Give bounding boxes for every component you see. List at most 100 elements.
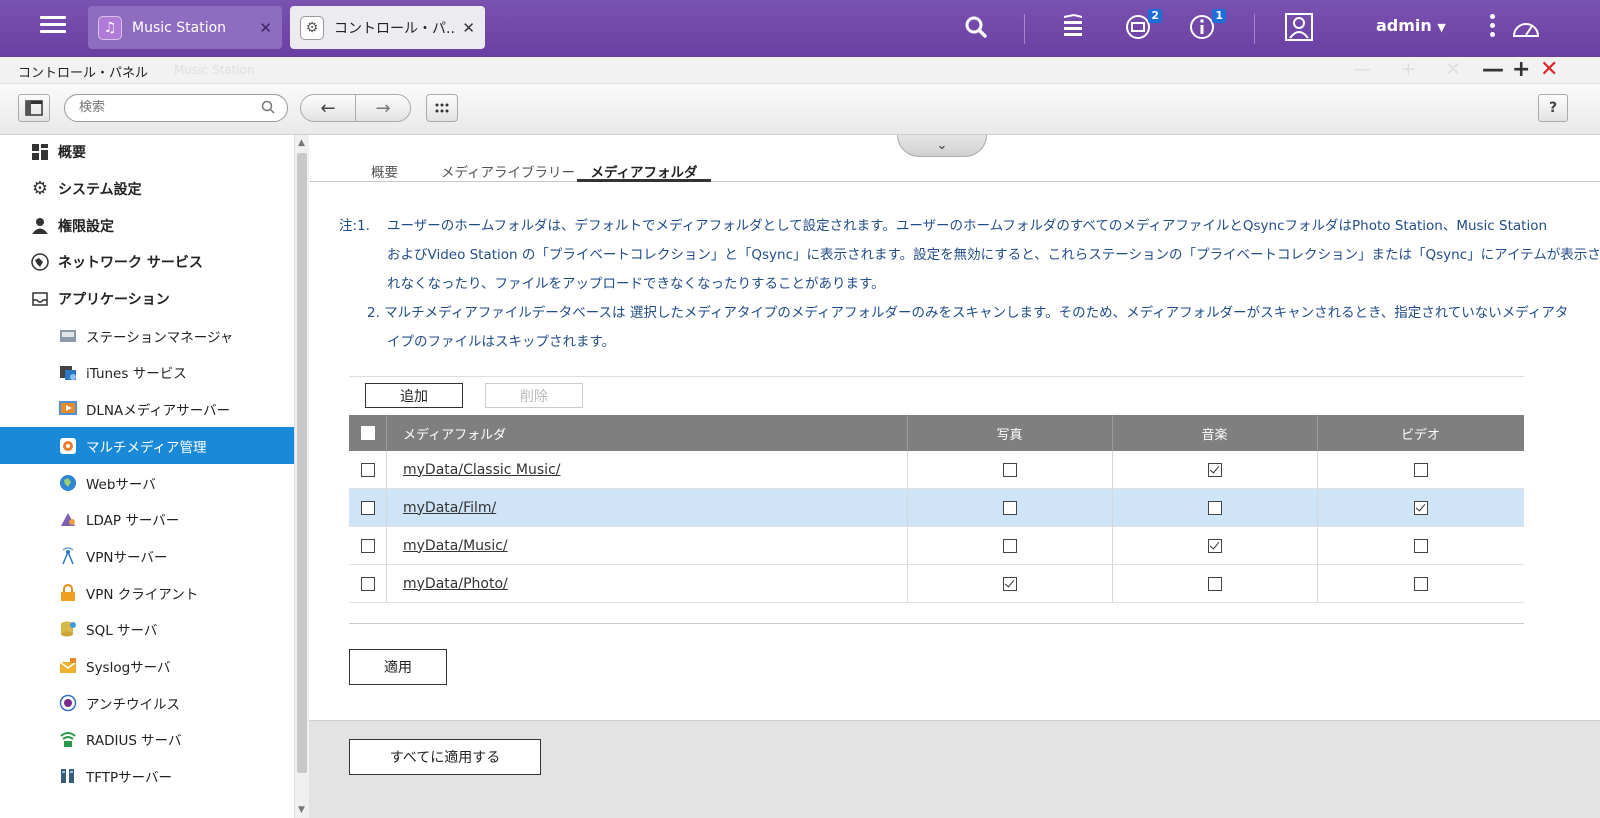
folder-path-link[interactable]: myData/Film/ [403,500,496,516]
app-grid-button[interactable] [426,94,458,122]
apply-all-button[interactable]: すべてに適用する [349,739,541,775]
app-tab-music-station[interactable]: ♫ Music Station ✕ [88,6,282,49]
add-button[interactable]: 追加 [365,383,463,408]
sidebar-item-web-server[interactable]: Webサーバ [0,464,294,501]
user-avatar-icon[interactable] [1284,12,1314,46]
tftp-icon [58,766,78,786]
sidebar-item-network-services[interactable]: ネットワーク サービス [0,243,294,280]
row-select-checkbox[interactable] [361,500,375,515]
sidebar-item-dlna[interactable]: DLNAメディアサーバー [0,390,294,427]
row-select-checkbox[interactable] [361,462,375,477]
sidebar-item-station-manager[interactable]: ステーションマネージャ [0,317,294,354]
music-checkbox[interactable] [1207,576,1222,591]
minimize-button[interactable]: — [1482,57,1504,82]
sidebar-item-label: ネットワーク サービス [58,254,203,271]
grid-dots-icon [435,103,449,113]
column-divider [386,489,387,526]
photo-checkbox[interactable] [1002,462,1017,477]
sidebar-item-label: TFTPサーバー [86,769,173,786]
close-button[interactable]: ✕ [1540,57,1558,82]
photo-checkbox[interactable] [1002,576,1017,591]
sidebar-item-radius[interactable]: RADIUS サーバ [0,720,294,757]
app-tab-control-panel[interactable]: ⚙ コントロール・パ... ✕ [290,6,485,49]
toolbar: ← → ? [0,84,1600,135]
note-1-line-3: れなくなったり、ファイルをアップロードできなくなったりすることがあります。 [387,276,885,292]
maximize-button[interactable]: + [1512,57,1530,82]
scroll-up-icon[interactable]: ▲ [298,138,305,148]
search-box[interactable] [64,94,288,122]
select-all-checkbox[interactable] [361,426,375,440]
user-menu[interactable]: admin ▼ [1376,16,1446,35]
column-header-photo[interactable]: 写真 [907,415,1112,451]
notification-icon[interactable]: 2 [1124,9,1162,45]
sidebar-item-label: VPN クライアント [86,586,199,603]
sidebar-item-antivirus[interactable]: アンチウイルス [0,684,294,721]
scrollbar-thumb[interactable] [297,153,307,773]
table-row[interactable]: myData/Music/ [349,527,1524,565]
close-icon[interactable]: ✕ [259,19,272,37]
sidebar-item-multimedia[interactable]: マルチメディア管理 [0,427,294,464]
web-globe-icon [58,473,78,493]
row-select-checkbox[interactable] [361,538,375,553]
search-icon[interactable] [261,100,275,118]
sidebar-item-tftp[interactable]: TFTPサーバー [0,757,294,794]
music-checkbox[interactable] [1207,538,1222,553]
column-header-music[interactable]: 音楽 [1112,415,1317,451]
folder-path-link[interactable]: myData/Music/ [403,538,508,554]
tab-media-library[interactable]: メディアライブラリー [441,161,575,182]
sidebar-item-itunes[interactable]: iTunes サービス [0,353,294,390]
photo-checkbox[interactable] [1002,500,1017,515]
username: admin [1376,16,1432,35]
folder-path-link[interactable]: myData/Classic Music/ [403,462,561,478]
apply-button[interactable]: 適用 [349,649,447,685]
close-icon[interactable]: ✕ [462,19,475,37]
sidebar-item-system-settings[interactable]: ⚙ システム設定 [0,170,294,207]
photo-checkbox[interactable] [1002,538,1017,553]
sidebar-item-applications[interactable]: アプリケーション [0,280,294,317]
back-button[interactable]: ← [300,94,356,122]
sidebar-layout-icon [25,100,43,116]
dashboard-gauge-icon[interactable] [1510,14,1542,46]
syslog-envelope-icon [58,656,78,676]
vpn-lock-icon [58,583,78,603]
main-menu-button[interactable] [40,12,68,40]
collapse-header-button[interactable]: ⌄ [897,135,987,157]
tab-media-folder[interactable]: メディアフォルダ [577,161,711,182]
sidebar-item-ldap[interactable]: LDAP サーバー [0,500,294,537]
search-input[interactable] [79,100,249,115]
forward-button[interactable]: → [355,94,411,122]
music-checkbox[interactable] [1207,462,1222,477]
scroll-down-icon[interactable]: ▼ [298,805,305,815]
video-checkbox[interactable] [1413,538,1428,553]
folder-path-link[interactable]: myData/Photo/ [403,576,508,592]
info-icon[interactable]: 1 [1188,9,1226,45]
sidebar-item-syslog[interactable]: Syslogサーバ [0,647,294,684]
video-checkbox[interactable] [1413,500,1428,515]
table-row[interactable]: myData/Photo/ [349,565,1524,603]
info-count-badge: 1 [1212,9,1226,23]
column-header-folder[interactable]: メディアフォルダ [403,415,506,451]
background-window-title: Music Station [174,63,255,77]
sidebar-item-vpn-client[interactable]: VPN クライアント [0,574,294,611]
sidebar-item-sql[interactable]: SQL サーバ [0,610,294,647]
search-icon[interactable] [964,15,988,43]
music-checkbox[interactable] [1207,500,1222,515]
toggle-sidebar-button[interactable] [18,94,50,122]
sidebar-item-overview[interactable]: 概要 [0,135,294,170]
background-tasks-icon[interactable] [1060,13,1086,45]
table-row[interactable]: myData/Film/ [349,489,1524,527]
dlna-icon [58,399,78,419]
sidebar-item-privilege[interactable]: 権限設定 [0,207,294,244]
row-select-checkbox[interactable] [361,576,375,591]
help-button[interactable]: ? [1538,94,1568,122]
sidebar-item-vpn-server[interactable]: VPNサーバー [0,537,294,574]
table-row[interactable]: myData/Classic Music/ [349,451,1524,489]
more-options-icon[interactable] [1490,14,1495,41]
column-header-video[interactable]: ビデオ [1317,415,1524,451]
sidebar-scrollbar[interactable]: ▲ ▼ [294,135,309,818]
video-checkbox[interactable] [1413,576,1428,591]
antivirus-icon [58,693,78,713]
user-icon [30,216,50,236]
video-checkbox[interactable] [1413,462,1428,477]
tab-overview[interactable]: 概要 [371,161,398,182]
